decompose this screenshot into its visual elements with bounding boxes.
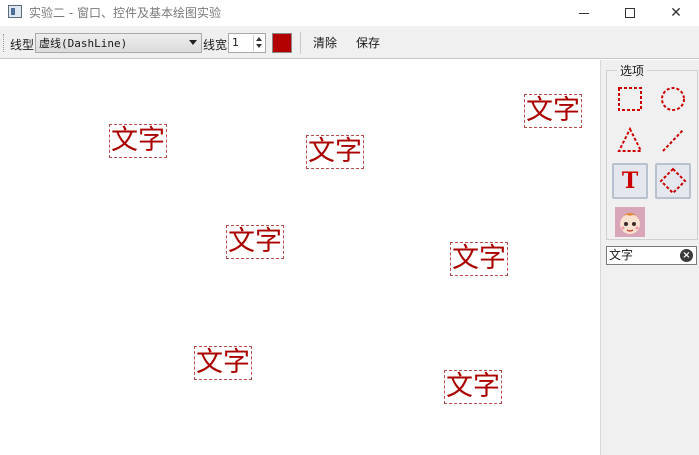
canvas-text-item[interactable]: 文字 — [109, 124, 167, 158]
toolbar-grip[interactable] — [3, 34, 6, 52]
dashed-diamond-icon — [659, 167, 687, 195]
canvas-text-item[interactable]: 文字 — [450, 242, 508, 276]
close-icon: ✕ — [670, 5, 682, 21]
line-type-value: 虚线(DashLine) — [39, 37, 128, 50]
line-width-value: 1 — [232, 36, 239, 49]
cartoon-face-icon — [615, 207, 645, 237]
save-button[interactable]: 保存 — [352, 32, 384, 54]
ellipse-tool-button[interactable] — [655, 81, 691, 117]
image-tool-button[interactable] — [612, 204, 648, 240]
text-content-input[interactable]: 文字 × — [606, 246, 697, 265]
options-group: 选项 T — [606, 62, 698, 240]
drawing-canvas[interactable]: 文字 文字 文字 文字 文字 文字 文字 — [0, 60, 600, 455]
spin-down-icon[interactable] — [256, 44, 262, 48]
maximize-icon — [625, 8, 635, 18]
canvas-text-item[interactable]: 文字 — [194, 346, 252, 380]
line-width-spinbox[interactable]: 1 — [228, 33, 266, 53]
canvas-text-item[interactable]: 文字 — [226, 225, 284, 259]
clear-button[interactable]: 清除 — [309, 32, 341, 54]
color-picker-button[interactable] — [272, 33, 292, 53]
toolbar: 线型 虚线(DashLine) 线宽 1 清除 保存 — [0, 26, 699, 59]
window-title: 实验二 - 窗口、控件及基本绘图实验 — [29, 6, 221, 20]
rectangle-tool-button[interactable] — [612, 81, 648, 117]
close-button[interactable]: ✕ — [653, 0, 699, 26]
minimize-icon — [579, 12, 589, 14]
options-group-title: 选项 — [617, 62, 648, 79]
text-t-icon: T — [621, 168, 639, 194]
spin-up-icon[interactable] — [256, 37, 262, 41]
line-type-select[interactable]: 虚线(DashLine) — [35, 33, 202, 53]
diamond-tool-button[interactable] — [655, 163, 691, 199]
line-tool-button[interactable] — [655, 122, 691, 158]
app-icon — [8, 5, 22, 18]
text-content-value: 文字 — [609, 248, 634, 262]
clear-input-icon[interactable]: × — [680, 249, 693, 262]
maximize-button[interactable] — [607, 0, 653, 26]
dashed-circle-icon — [661, 87, 685, 111]
text-tool-button[interactable]: T — [612, 163, 648, 199]
line-width-label: 线宽 — [203, 38, 228, 52]
chevron-down-icon — [189, 40, 197, 45]
options-dock: 选项 T 文字 × — [600, 60, 699, 455]
dashed-square-icon — [618, 87, 642, 111]
dashed-line-icon — [662, 129, 684, 152]
title-bar: 实验二 - 窗口、控件及基本绘图实验 ✕ — [0, 0, 699, 26]
canvas-text-item[interactable]: 文字 — [444, 370, 502, 404]
canvas-text-item[interactable]: 文字 — [306, 135, 364, 169]
toolbar-separator — [300, 32, 301, 54]
line-type-label: 线型 — [10, 38, 35, 52]
canvas-text-item[interactable]: 文字 — [524, 94, 582, 128]
spin-buttons — [253, 35, 264, 51]
minimize-button[interactable] — [561, 0, 607, 26]
dashed-triangle-icon — [617, 126, 643, 152]
triangle-tool-button[interactable] — [612, 122, 648, 158]
